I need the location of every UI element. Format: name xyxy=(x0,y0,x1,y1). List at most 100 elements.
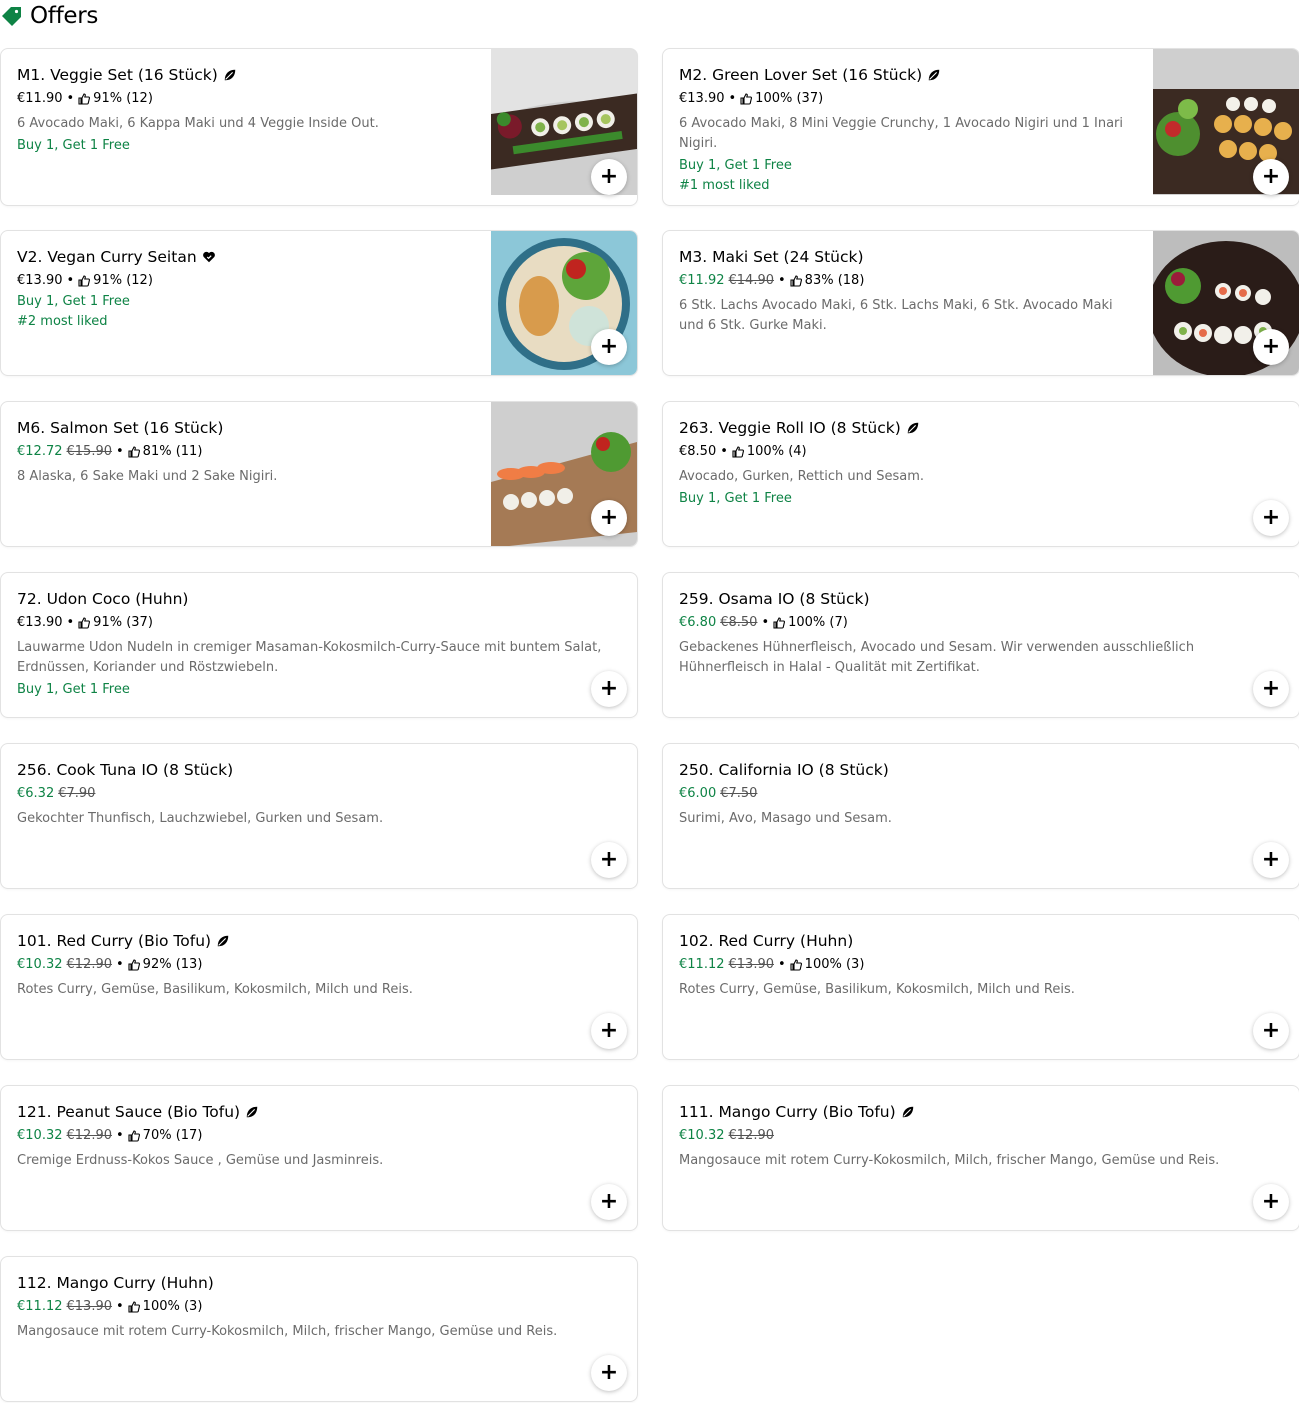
item-description: Rotes Curry, Gemüse, Basilikum, Kokosmil… xyxy=(679,982,1075,997)
add-to-cart-button[interactable]: + xyxy=(1253,842,1289,878)
menu-item-card[interactable]: M3. Maki Set (24 Stück) €11.92 €14.90 • 83%… xyxy=(662,230,1299,376)
separator-dot: • xyxy=(66,91,75,106)
item-meta: €6.00 €7.50 xyxy=(679,785,1283,803)
menu-item-card[interactable]: M2. Green Lover Set (16 Stück) €13.90 • 10… xyxy=(662,48,1299,206)
separator-dot: • xyxy=(66,273,75,288)
thumbs-up-icon xyxy=(128,959,140,971)
sale-price: €6.80 xyxy=(679,615,717,630)
item-name: 121. Peanut Sauce (Bio Tofu) xyxy=(17,1103,241,1121)
menu-item-card[interactable]: 259. Osama IO (8 Stück) €6.80 €8.50 • 100% … xyxy=(662,572,1299,718)
thumbs-up-icon xyxy=(790,959,802,971)
separator-dot: • xyxy=(778,273,786,288)
promo-badge: #2 most liked xyxy=(17,314,108,329)
item-name: 259. Osama IO (8 Stück) xyxy=(679,590,870,608)
item-description: 6 Avocado Maki, 8 Mini Veggie Crunchy, 1… xyxy=(679,116,1123,151)
menu-item-card[interactable]: 263. Veggie Roll IO (8 Stück) €8.50 • 100%… xyxy=(662,401,1299,547)
rating: 100% (37) xyxy=(755,91,824,106)
item-title: 111. Mango Curry (Bio Tofu) xyxy=(679,1102,1283,1122)
card-text: 121. Peanut Sauce (Bio Tofu) €10.32 €12.9… xyxy=(17,1102,621,1171)
item-meta: €10.32 €12.90 • 92% (13) xyxy=(17,956,621,974)
add-to-cart-button[interactable]: + xyxy=(591,1013,627,1049)
card-text: 72. Udon Coco (Huhn) €13.90 • 91% (37) Lauw… xyxy=(17,589,621,700)
price: €11.90 xyxy=(17,91,63,106)
item-description: Lauwarme Udon Nudeln in cremiger Masaman… xyxy=(17,640,602,675)
menu-item-card[interactable]: 121. Peanut Sauce (Bio Tofu) €10.32 €12.9… xyxy=(0,1085,638,1231)
price: €13.90 xyxy=(679,91,725,106)
item-name: V2. Vegan Curry Seitan xyxy=(17,248,197,266)
menu-item-card[interactable]: 102. Red Curry (Huhn) €11.12 €13.90 • 100% … xyxy=(662,914,1299,1060)
add-to-cart-button[interactable]: + xyxy=(1253,1013,1289,1049)
separator-dot: • xyxy=(761,615,770,630)
item-title: 250. California IO (8 Stück) xyxy=(679,760,1283,780)
add-to-cart-button[interactable]: + xyxy=(591,842,627,878)
add-to-cart-button[interactable]: + xyxy=(591,500,627,536)
menu-item-card[interactable]: 101. Red Curry (Bio Tofu) €10.32 €12.90 • 9… xyxy=(0,914,638,1060)
item-description: Surimi, Avo, Masago und Sesam. xyxy=(679,811,892,826)
menu-item-card[interactable]: M1. Veggie Set (16 Stück) €11.90 • 91% (12… xyxy=(0,48,638,206)
item-meta: €13.90 • 91% (37) xyxy=(17,614,621,632)
add-to-cart-button[interactable]: + xyxy=(1253,500,1289,536)
add-to-cart-button[interactable]: + xyxy=(1253,329,1289,365)
rating: 70% (17) xyxy=(142,1128,203,1143)
rating: 100% (4) xyxy=(746,444,807,459)
original-price: €7.90 xyxy=(58,786,96,801)
card-text: 101. Red Curry (Bio Tofu) €10.32 €12.90 • 9… xyxy=(17,931,621,1000)
original-price: €15.90 xyxy=(66,444,113,459)
promo-badge: Buy 1, Get 1 Free xyxy=(679,491,792,506)
menu-item-card[interactable]: 111. Mango Curry (Bio Tofu) €10.32 €12.90… xyxy=(662,1085,1299,1231)
section-header: Offers xyxy=(0,0,98,32)
item-title: M3. Maki Set (24 Stück) xyxy=(679,247,1137,267)
rating: 92% (13) xyxy=(142,957,203,972)
separator-dot: • xyxy=(66,615,75,630)
item-name: 112. Mango Curry (Huhn) xyxy=(17,1274,214,1292)
menu-item-card[interactable]: 250. California IO (8 Stück) €6.00 €7.50 S… xyxy=(662,743,1299,889)
menu-item-card[interactable]: V2. Vegan Curry Seitan €13.90 • 91% (12) Bu… xyxy=(0,230,638,376)
item-name: M6. Salmon Set (16 Stück) xyxy=(17,419,224,437)
item-title: 263. Veggie Roll IO (8 Stück) xyxy=(679,418,1283,438)
add-to-cart-button[interactable]: + xyxy=(1253,671,1289,707)
rating: 91% (12) xyxy=(93,273,153,288)
menu-item-card[interactable]: M6. Salmon Set (16 Stück) €12.72 €15.90 • 8… xyxy=(0,401,638,547)
add-to-cart-button[interactable]: + xyxy=(1253,159,1289,195)
thumbs-up-icon xyxy=(128,446,140,458)
menu-item-card[interactable]: 72. Udon Coco (Huhn) €13.90 • 91% (37) Lauw… xyxy=(0,572,638,718)
menu-item-card[interactable]: 112. Mango Curry (Huhn) €11.12 €13.90 • 100… xyxy=(0,1256,638,1402)
sale-price: €11.92 xyxy=(679,273,725,288)
item-meta: €6.32 €7.90 xyxy=(17,785,621,803)
menu-item-card[interactable]: 256. Cook Tuna IO (8 Stück) €6.32 €7.90 Ge… xyxy=(0,743,638,889)
price: €8.50 xyxy=(679,444,717,459)
item-meta: €11.92 €14.90 • 83% (18) xyxy=(679,272,1137,290)
add-to-cart-button[interactable]: + xyxy=(591,159,627,195)
add-to-cart-button[interactable]: + xyxy=(1253,1184,1289,1220)
add-to-cart-button[interactable]: + xyxy=(591,1355,627,1391)
item-name: 101. Red Curry (Bio Tofu) xyxy=(17,932,212,950)
item-name: 256. Cook Tuna IO (8 Stück) xyxy=(17,761,234,779)
separator-dot: • xyxy=(116,1299,124,1314)
item-description: Rotes Curry, Gemüse, Basilikum, Kokosmil… xyxy=(17,982,413,997)
separator-dot: • xyxy=(116,444,124,459)
add-to-cart-button[interactable]: + xyxy=(591,1184,627,1220)
add-to-cart-button[interactable]: + xyxy=(591,329,627,365)
item-name: M3. Maki Set (24 Stück) xyxy=(679,248,864,266)
item-title: 101. Red Curry (Bio Tofu) xyxy=(17,931,621,951)
add-to-cart-button[interactable]: + xyxy=(591,671,627,707)
item-meta: €12.72 €15.90 • 81% (11) xyxy=(17,443,475,461)
item-meta: €13.90 • 100% (37) xyxy=(679,90,1137,108)
item-description: Mangosauce mit rotem Curry-Kokosmilch, M… xyxy=(17,1324,558,1339)
item-description: Cremige Erdnuss-Kokos Sauce , Gemüse und… xyxy=(17,1153,384,1168)
original-price: €8.50 xyxy=(720,615,758,630)
item-title: 121. Peanut Sauce (Bio Tofu) xyxy=(17,1102,621,1122)
item-title: M6. Salmon Set (16 Stück) xyxy=(17,418,475,438)
card-text: 112. Mango Curry (Huhn) €11.12 €13.90 • 100… xyxy=(17,1273,621,1342)
original-price: €14.90 xyxy=(728,273,775,288)
original-price: €12.90 xyxy=(66,957,113,972)
item-description: Mangosauce mit rotem Curry-Kokosmilch, M… xyxy=(679,1153,1220,1168)
rating: 100% (3) xyxy=(142,1299,203,1314)
card-text: 256. Cook Tuna IO (8 Stück) €6.32 €7.90 Ge… xyxy=(17,760,621,829)
original-price: €12.90 xyxy=(728,1128,775,1143)
card-text: 263. Veggie Roll IO (8 Stück) €8.50 • 100%… xyxy=(679,418,1283,509)
item-name: 102. Red Curry (Huhn) xyxy=(679,932,854,950)
item-description: 8 Alaska, 6 Sake Maki und 2 Sake Nigiri. xyxy=(17,469,278,484)
sale-price: €12.72 xyxy=(17,444,63,459)
item-meta: €10.32 €12.90 • 70% (17) xyxy=(17,1127,621,1145)
